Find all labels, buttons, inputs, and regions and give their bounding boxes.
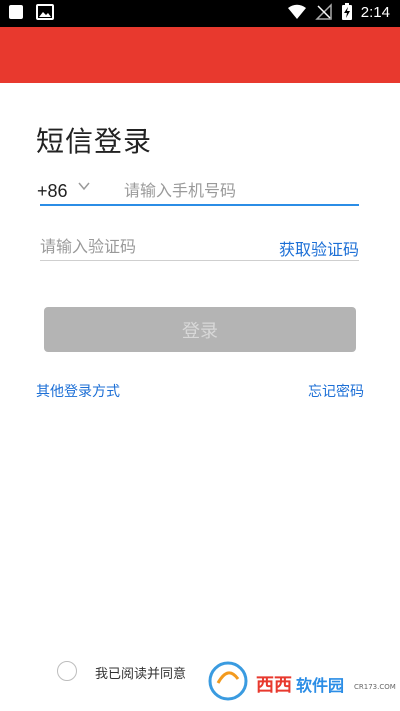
- watermark-logo: 西西 软件园 CR173.COM: [208, 661, 396, 701]
- forgot-password-link[interactable]: 忘记密码: [308, 381, 364, 401]
- battery-charging-icon: [341, 3, 352, 20]
- status-bar: 2:14: [0, 0, 400, 27]
- no-signal-icon: [314, 3, 332, 20]
- page-title: 短信登录: [36, 125, 153, 158]
- agreement-checkbox[interactable]: [57, 661, 77, 681]
- status-left-icons: [8, 4, 54, 20]
- verification-code-input[interactable]: [40, 234, 250, 258]
- svg-text:CR173.COM: CR173.COM: [354, 683, 396, 691]
- login-button[interactable]: 登录: [44, 307, 356, 352]
- country-code-selector[interactable]: +86: [37, 181, 68, 202]
- code-input-underline: [40, 260, 359, 261]
- wifi-icon: [287, 4, 306, 20]
- svg-text:西西: 西西: [256, 675, 292, 696]
- app-header-bar: [0, 27, 400, 83]
- phone-number-input[interactable]: [124, 178, 354, 202]
- status-right-icons: 2:14: [287, 3, 390, 21]
- image-icon: [36, 4, 54, 20]
- other-login-methods-link[interactable]: 其他登录方式: [36, 381, 120, 401]
- get-code-button[interactable]: 获取验证码: [279, 236, 359, 260]
- chevron-down-icon[interactable]: [77, 179, 91, 193]
- agreement-text: 我已阅读并同意: [95, 667, 187, 682]
- svg-text:软件园: 软件园: [296, 676, 344, 695]
- status-time: 2:14: [360, 3, 390, 21]
- notification-icon: [9, 5, 23, 19]
- phone-input-underline: [40, 204, 359, 206]
